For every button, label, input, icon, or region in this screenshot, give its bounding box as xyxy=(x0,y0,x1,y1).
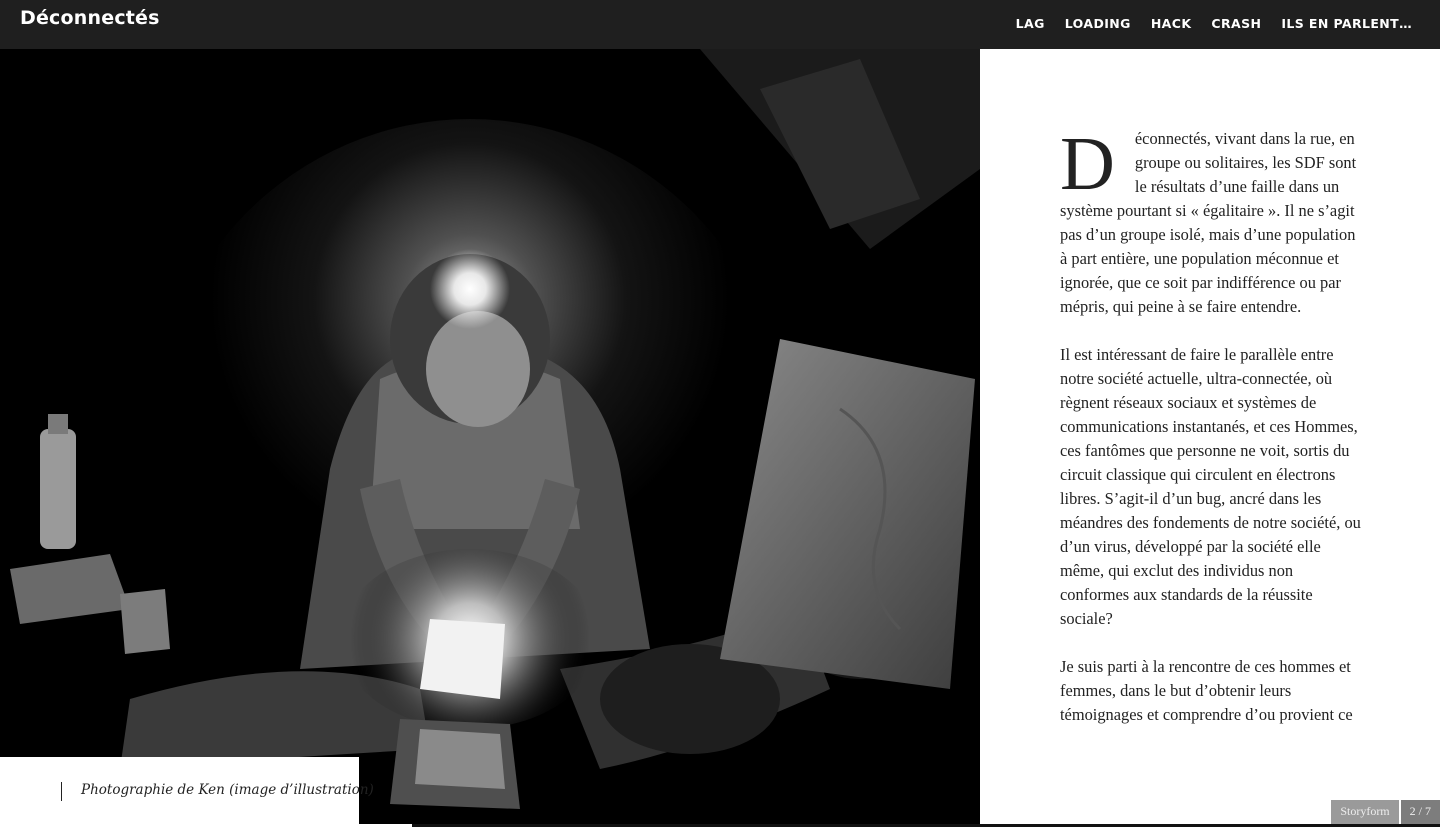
nav-item-loading[interactable]: LOADING xyxy=(1065,16,1131,31)
article-body: Déconnectés, vivant dans la rue, en grou… xyxy=(1060,122,1362,751)
photo-illustration xyxy=(0,49,980,824)
article-paragraph: Déconnectés, vivant dans la rue, en grou… xyxy=(1060,122,1362,319)
storyform-brand-link[interactable]: Storyform xyxy=(1331,800,1399,824)
caption-text: Photographie de Ken (image d’illustratio… xyxy=(81,782,374,798)
article-paragraph: Je suis parti à la rencontre de ces homm… xyxy=(1060,657,1353,724)
storyform-badge: Storyform 2 / 7 xyxy=(1331,800,1440,824)
caption-divider xyxy=(61,782,62,801)
nav-item-crash[interactable]: CRASH xyxy=(1211,16,1261,31)
nav-item-ils-en-parlent[interactable]: ILS EN PARLENT… xyxy=(1281,16,1412,31)
article-paragraph: Il est intéressant de faire le parallèle… xyxy=(1060,345,1361,628)
hero-photograph: Photographie de Ken (image d’illustratio… xyxy=(0,49,980,824)
main-nav: LAG LOADING HACK CRASH ILS EN PARLENT… xyxy=(1016,16,1412,31)
page-indicator: 2 / 7 xyxy=(1400,800,1440,824)
site-title[interactable]: Déconnectés xyxy=(20,7,160,29)
drop-cap: D xyxy=(1060,122,1115,206)
article-panel: Déconnectés, vivant dans la rue, en grou… xyxy=(980,49,1440,824)
nav-item-lag[interactable]: LAG xyxy=(1016,16,1045,31)
nav-item-hack[interactable]: HACK xyxy=(1151,16,1192,31)
photo-caption: Photographie de Ken (image d’illustratio… xyxy=(0,757,374,824)
top-navigation-bar: Déconnectés LAG LOADING HACK CRASH ILS E… xyxy=(0,0,1440,49)
